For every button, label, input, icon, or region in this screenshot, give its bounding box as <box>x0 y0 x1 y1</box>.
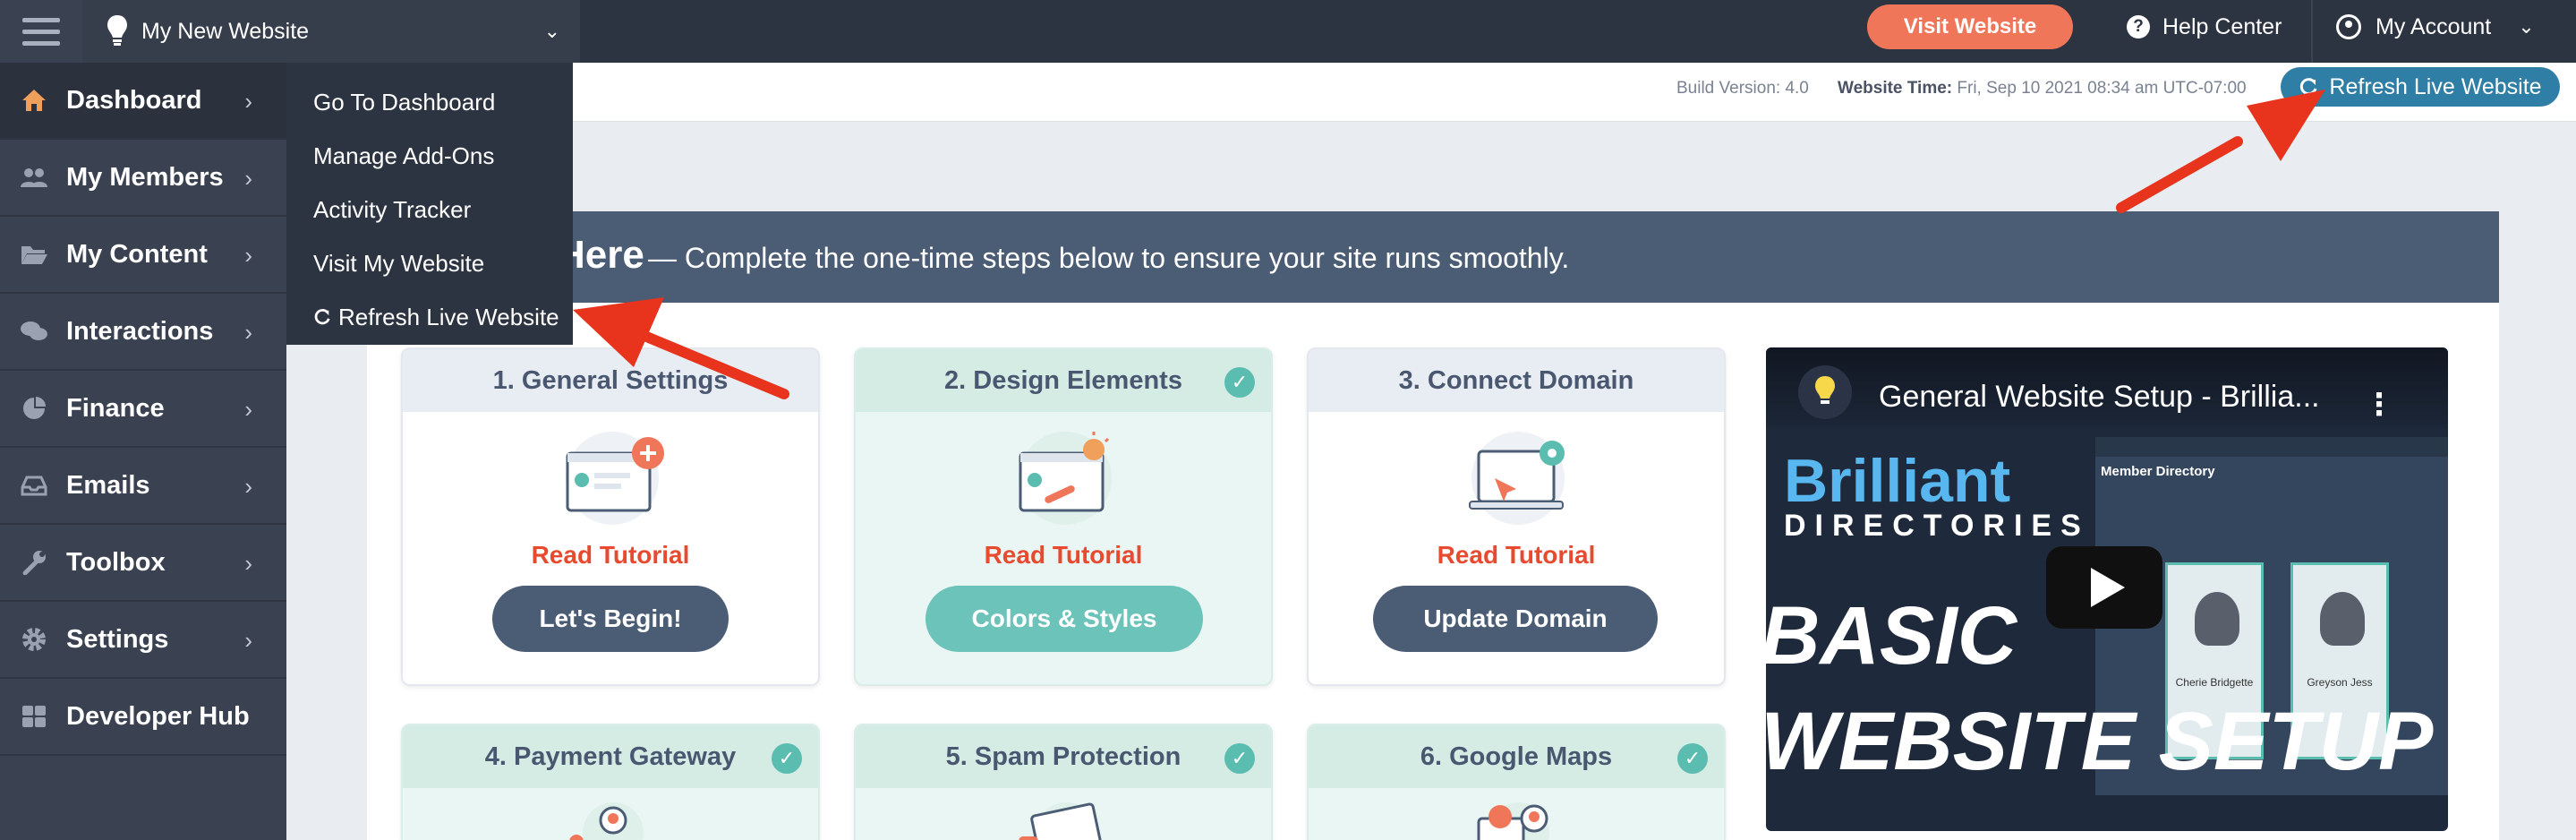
arrow-to-top-refresh <box>2116 90 2325 213</box>
arrow-to-submenu-refresh <box>573 297 789 399</box>
annotation-arrows <box>573 90 2325 399</box>
